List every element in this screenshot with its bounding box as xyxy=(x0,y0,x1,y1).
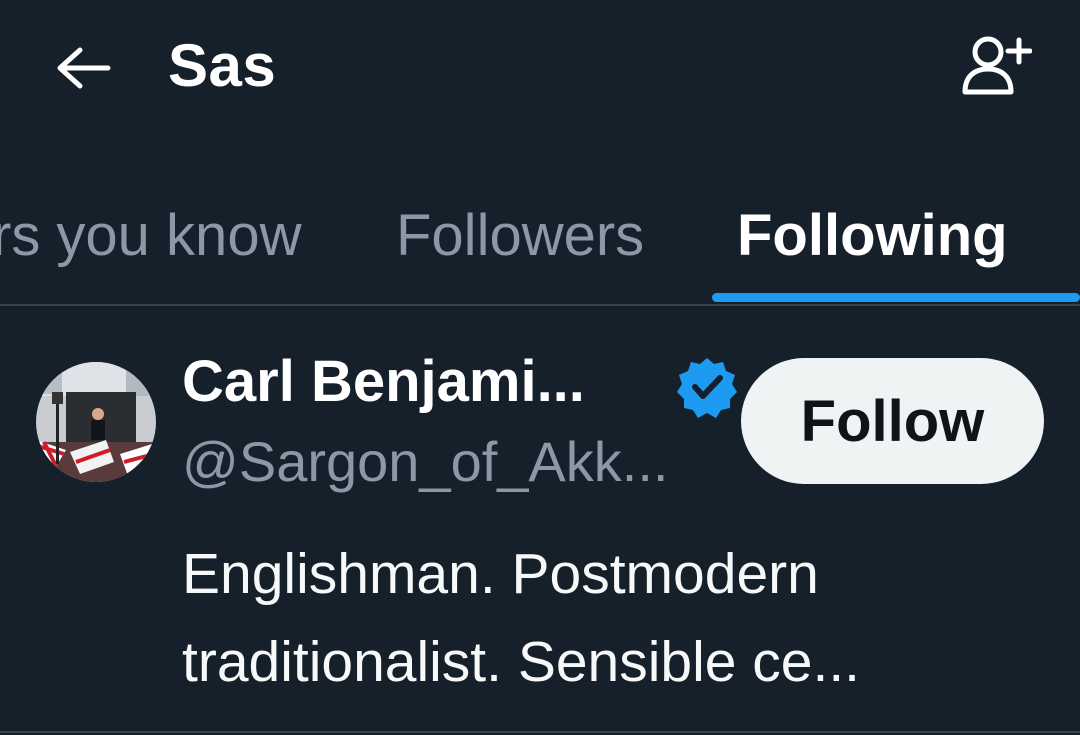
add-user-button[interactable] xyxy=(952,30,1042,100)
avatar[interactable] xyxy=(36,362,156,482)
user-bio: Englishman. Postmodern traditionalist. S… xyxy=(182,530,1062,706)
bio-line: Englishman. Postmodern xyxy=(182,542,819,606)
page-title: Sas xyxy=(168,32,277,99)
follow-button[interactable]: Follow xyxy=(741,358,1044,484)
user-display-name[interactable]: Carl Benjami... xyxy=(182,342,585,422)
arrow-left-icon xyxy=(57,47,111,89)
user-list-item[interactable]: Carl Benjami... @Sargon_of_Akk... Follow… xyxy=(0,306,1080,726)
active-tab-indicator xyxy=(712,293,1080,302)
avatar-image xyxy=(36,362,156,482)
tab-following[interactable]: Following xyxy=(737,196,1008,276)
person-add-icon xyxy=(962,36,1032,95)
verified-badge-icon xyxy=(677,358,737,418)
tab-followers[interactable]: Followers xyxy=(396,196,644,276)
tab-followers-you-know[interactable]: rs you know xyxy=(0,196,301,276)
bio-line: traditionalist. Sensible ce... xyxy=(182,630,861,694)
tab-bar: rs you know Followers Following xyxy=(0,180,1080,306)
user-handle[interactable]: @Sargon_of_Akk... xyxy=(182,424,668,500)
top-bar: Sas xyxy=(0,0,1080,140)
back-button[interactable] xyxy=(48,36,120,100)
divider xyxy=(0,731,1080,733)
